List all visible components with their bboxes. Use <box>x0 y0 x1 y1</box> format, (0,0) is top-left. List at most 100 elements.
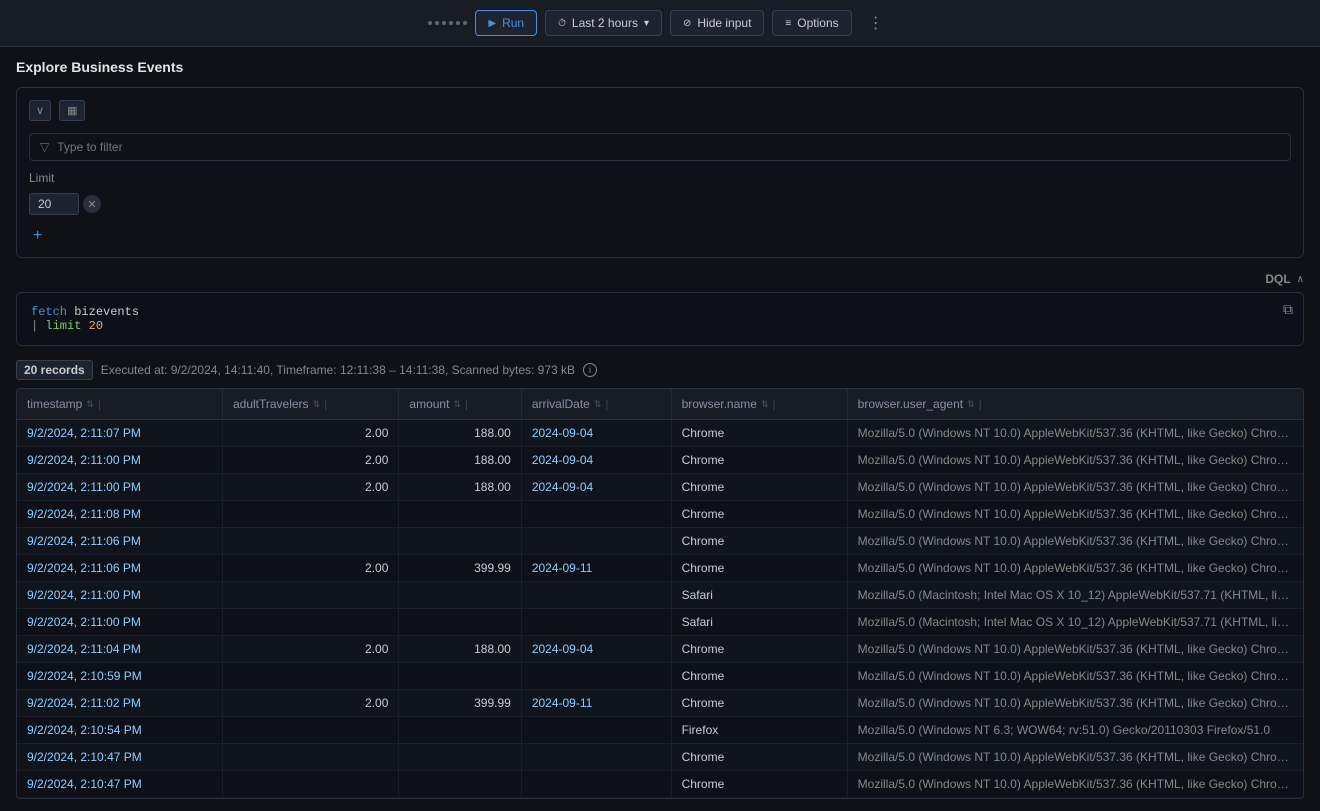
table-cell: 2024-09-04 <box>521 447 671 474</box>
run-button[interactable]: ▶ Run <box>475 10 537 36</box>
table-cell: 9/2/2024, 2:10:47 PM <box>17 744 222 771</box>
table-cell <box>399 717 521 744</box>
panel-collapse-button[interactable]: ∨ <box>29 100 51 121</box>
table-cell: 2.00 <box>222 636 398 663</box>
table-cell <box>222 717 398 744</box>
timeframe-button[interactable]: ⏱ Last 2 hours ▾ <box>545 10 662 36</box>
panel-header: ∨ ▦ <box>29 100 1291 121</box>
table-cell <box>399 663 521 690</box>
table-header: timestamp ⇅ | adultTravelers ⇅ | <box>17 389 1303 420</box>
table-cell: 399.99 <box>399 690 521 717</box>
info-icon[interactable]: i <box>583 363 597 377</box>
resize-handle-amount[interactable]: | <box>465 397 469 411</box>
table-cell: Chrome <box>671 663 847 690</box>
sort-icon-arrival-date: ⇅ <box>594 399 602 410</box>
filter-bar: ▽ <box>29 133 1291 161</box>
col-header-adult-travelers[interactable]: adultTravelers ⇅ | <box>222 389 398 420</box>
table-row[interactable]: 9/2/2024, 2:10:54 PMFirefoxMozilla/5.0 (… <box>17 717 1303 744</box>
resize-handle-browser-agent[interactable]: | <box>979 397 983 411</box>
sort-icon-timestamp: ⇅ <box>86 399 94 410</box>
copy-icon: ⧉ <box>1283 301 1293 317</box>
table-row[interactable]: 9/2/2024, 2:11:08 PM ChromeMozilla/5.0 (W… <box>17 501 1303 528</box>
table-row[interactable]: 9/2/2024, 2:11:04 PM2.00188.002024-09-04… <box>17 636 1303 663</box>
table-cell: Mozilla/5.0 (Windows NT 10.0) AppleWebKi… <box>847 663 1303 690</box>
col-header-amount[interactable]: amount ⇅ | <box>399 389 521 420</box>
chart-icon-button[interactable]: ▦ <box>59 100 85 121</box>
col-header-browser-agent[interactable]: browser.user_agent ⇅ | <box>847 389 1303 420</box>
table-cell <box>521 717 671 744</box>
chart-icon: ▦ <box>67 105 77 117</box>
resize-handle-browser-name[interactable]: | <box>772 397 776 411</box>
code-line-2: | limit 20 <box>31 319 1289 333</box>
limit-input[interactable] <box>29 193 79 215</box>
table-cell: Mozilla/5.0 (Windows NT 10.0) AppleWebKi… <box>847 501 1303 528</box>
table-cell: 9/2/2024, 2:10:59 PM <box>17 663 222 690</box>
table-cell: Safari <box>671 609 847 636</box>
table-cell: 2.00 <box>222 474 398 501</box>
table-cell <box>399 771 521 798</box>
execution-info: Executed at: 9/2/2024, 14:11:40, Timefra… <box>101 363 575 377</box>
table-cell: Chrome <box>671 636 847 663</box>
data-table-wrap: timestamp ⇅ | adultTravelers ⇅ | <box>16 388 1304 799</box>
resize-handle-arrival[interactable]: | <box>605 397 609 411</box>
table-cell: Chrome <box>671 474 847 501</box>
table-row[interactable]: 9/2/2024, 2:11:06 PMChromeMozilla/5.0 (W… <box>17 528 1303 555</box>
top-toolbar: ▶ Run ⏱ Last 2 hours ▾ ⊘ Hide input ≡ Op… <box>0 0 1320 47</box>
table-cell: Mozilla/5.0 (Windows NT 10.0) AppleWebKi… <box>847 690 1303 717</box>
table-cell <box>222 771 398 798</box>
dql-chevron-icon[interactable]: ∧ <box>1297 274 1304 285</box>
table-cell <box>222 528 398 555</box>
table-cell: 2.00 <box>222 447 398 474</box>
results-summary: 20 records Executed at: 9/2/2024, 14:11:… <box>16 354 1304 388</box>
table-cell: Mozilla/5.0 (Windows NT 10.0) AppleWebKi… <box>847 447 1303 474</box>
table-cell: Mozilla/5.0 (Windows NT 10.0) AppleWebKi… <box>847 744 1303 771</box>
code-object-bizevents: bizevents <box>74 305 139 319</box>
table-cell: 2024-09-04 <box>521 636 671 663</box>
table-row[interactable]: 9/2/2024, 2:10:47 PM ChromeMozilla/5.0 (W… <box>17 744 1303 771</box>
table-row[interactable]: 9/2/2024, 2:10:47 PMChromeMozilla/5.0 (W… <box>17 771 1303 798</box>
options-icon: ≡ <box>785 18 791 29</box>
resize-handle-timestamp[interactable]: | <box>98 397 102 411</box>
table-row[interactable]: 9/2/2024, 2:11:02 PM2.00399.992024-09-11… <box>17 690 1303 717</box>
table-cell: Chrome <box>671 744 847 771</box>
table-row[interactable]: 9/2/2024, 2:11:00 PM2.00188.002024-09-04… <box>17 474 1303 501</box>
resize-handle-adult[interactable]: | <box>324 397 328 411</box>
limit-clear-button[interactable]: ✕ <box>83 195 101 213</box>
copy-code-button[interactable]: ⧉ <box>1283 301 1293 318</box>
table-row[interactable]: 9/2/2024, 2:11:00 PMSafariMozilla/5.0 (M… <box>17 609 1303 636</box>
table-row[interactable]: 9/2/2024, 2:11:00 PMSafariMozilla/5.0 (M… <box>17 582 1303 609</box>
table-cell: Chrome <box>671 771 847 798</box>
table-cell <box>521 528 671 555</box>
add-filter-button[interactable]: + <box>29 227 46 245</box>
options-button[interactable]: ≡ Options <box>772 10 851 36</box>
hide-input-button[interactable]: ⊘ Hide input <box>670 10 764 36</box>
col-header-browser-name[interactable]: browser.name ⇅ | <box>671 389 847 420</box>
table-cell: 188.00 <box>399 474 521 501</box>
drag-handle[interactable] <box>428 21 467 25</box>
table-cell: 9/2/2024, 2:11:06 PM <box>17 528 222 555</box>
table-cell: 9/2/2024, 2:10:54 PM <box>17 717 222 744</box>
col-header-arrival-date[interactable]: arrivalDate ⇅ | <box>521 389 671 420</box>
table-cell: 9/2/2024, 2:11:00 PM <box>17 447 222 474</box>
code-pipe: | <box>31 319 38 333</box>
main-content: Explore Business Events ∨ ▦ ▽ Limit ✕ <box>0 47 1320 811</box>
table-cell: Mozilla/5.0 (Windows NT 10.0) AppleWebKi… <box>847 555 1303 582</box>
table-cell: Chrome <box>671 447 847 474</box>
table-cell: 9/2/2024, 2:11:08 PM <box>17 501 222 528</box>
table-row[interactable]: 9/2/2024, 2:11:00 PM2.00188.002024-09-04… <box>17 447 1303 474</box>
table-cell: Mozilla/5.0 (Windows NT 6.3; WOW64; rv:5… <box>847 717 1303 744</box>
more-options-button[interactable]: ⋮ <box>860 8 892 38</box>
table-row[interactable]: 9/2/2024, 2:11:06 PM2.00399.992024-09-11… <box>17 555 1303 582</box>
table-cell <box>399 582 521 609</box>
clock-icon: ⏱ <box>558 18 566 29</box>
filter-input[interactable] <box>57 140 1280 154</box>
table-cell <box>222 501 398 528</box>
table-row[interactable]: 9/2/2024, 2:10:59 PM ChromeMozilla/5.0 (W… <box>17 663 1303 690</box>
table-row[interactable]: 9/2/2024, 2:11:07 PM2.00188.002024-09-04… <box>17 420 1303 447</box>
table-cell <box>222 663 398 690</box>
sort-icon-amount: ⇅ <box>453 399 461 410</box>
limit-input-wrap: ✕ <box>29 193 101 215</box>
col-header-timestamp[interactable]: timestamp ⇅ | <box>17 389 222 420</box>
table-cell: Chrome <box>671 501 847 528</box>
table-cell: Mozilla/5.0 (Windows NT 10.0) AppleWebKi… <box>847 771 1303 798</box>
